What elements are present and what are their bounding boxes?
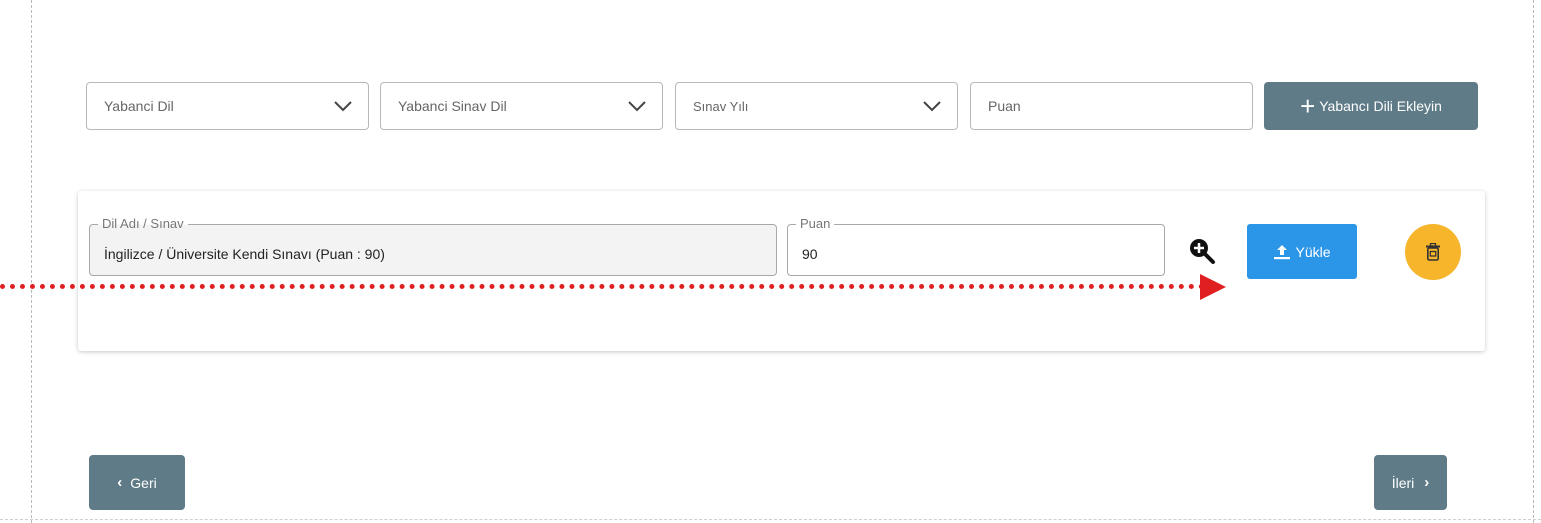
upload-button[interactable]: Yükle bbox=[1247, 224, 1357, 279]
chevron-down-icon bbox=[628, 101, 646, 112]
add-language-button[interactable]: + Yabancı Dili Ekleyin bbox=[1264, 82, 1478, 130]
exam-select[interactable]: Yabanci Sinav Dil bbox=[380, 82, 663, 130]
annotation-arrow-head bbox=[1200, 274, 1226, 300]
plus-icon: + bbox=[1300, 91, 1316, 121]
next-button[interactable]: İleri › bbox=[1374, 455, 1447, 510]
upload-icon bbox=[1274, 244, 1291, 259]
entry-score-value: 90 bbox=[802, 246, 818, 262]
zoom-in-icon[interactable] bbox=[1188, 237, 1216, 265]
entry-score-field[interactable]: Puan 90 bbox=[787, 216, 1165, 276]
year-select[interactable]: Sınav Yılı bbox=[675, 82, 958, 130]
bottom-page-border bbox=[0, 519, 1541, 520]
back-button[interactable]: ‹ Geri bbox=[89, 455, 185, 510]
chevron-down-icon bbox=[334, 101, 352, 112]
language-select[interactable]: Yabanci Dil bbox=[86, 82, 369, 130]
language-name-value: İngilizce / Üniversite Kendi Sınavı (Pua… bbox=[104, 246, 385, 262]
trash-icon bbox=[1426, 243, 1440, 261]
delete-entry-button[interactable] bbox=[1405, 224, 1461, 280]
chevron-left-icon: ‹ bbox=[117, 474, 123, 491]
score-input-placeholder: Puan bbox=[988, 98, 1021, 114]
language-name-legend: Dil Adı / Sınav bbox=[98, 216, 188, 231]
year-select-value: Sınav Yılı bbox=[693, 98, 749, 114]
chevron-down-icon bbox=[923, 101, 941, 112]
annotation-arrow-line bbox=[0, 284, 1205, 289]
language-select-value: Yabanci Dil bbox=[104, 98, 174, 114]
entry-score-legend: Puan bbox=[796, 216, 835, 231]
score-input[interactable]: Puan bbox=[970, 82, 1253, 130]
right-page-border bbox=[1533, 0, 1534, 523]
next-label: İleri bbox=[1391, 474, 1415, 491]
chevron-right-icon: › bbox=[1424, 474, 1430, 491]
back-label: Geri bbox=[130, 474, 157, 491]
language-name-field: Dil Adı / Sınav İngilizce / Üniversite K… bbox=[89, 216, 777, 276]
exam-select-value: Yabanci Sinav Dil bbox=[398, 98, 507, 114]
left-page-border bbox=[31, 0, 32, 523]
add-language-label: Yabancı Dili Ekleyin bbox=[1319, 98, 1442, 114]
upload-label: Yükle bbox=[1295, 243, 1331, 260]
